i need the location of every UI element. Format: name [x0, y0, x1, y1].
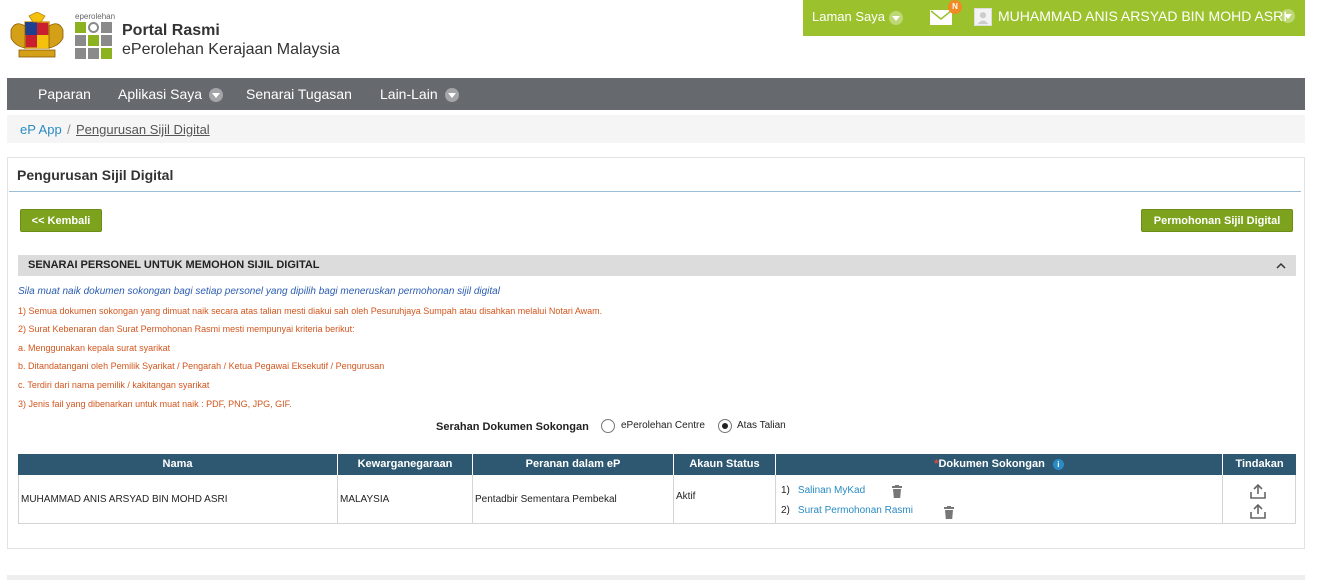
radio-eperolehan-centre[interactable] — [601, 419, 615, 433]
section-title: SENARAI PERSONEL UNTUK MEMOHON SIJIL DIG… — [28, 259, 320, 271]
column-header-dokumen: *Dokumen Sokongan i — [776, 454, 1223, 475]
instructions-intro: Sila muat naik dokumen sokongan bagi set… — [18, 286, 500, 297]
table-cell-dokumen: 1) Salinan MyKad 2) Surat Permohonan Rasmi — [776, 475, 1223, 524]
instructions: Sila muat naik dokumen sokongan bagi set… — [18, 283, 602, 413]
document-number: 1) — [781, 485, 790, 496]
back-button[interactable]: << Kembali — [20, 209, 102, 232]
table-cell-kewarganegaraan: MALAYSIA — [338, 475, 473, 524]
breadcrumb: eP App / Pengurusan Sijil Digital — [7, 115, 1305, 143]
instruction-note: 2) Surat Kebenaran dan Surat Permohonan … — [18, 324, 355, 335]
mail-icon[interactable] — [930, 10, 952, 25]
notification-badge: N — [948, 0, 962, 14]
column-header: Nama — [18, 454, 338, 475]
column-header: Kewarganegaraan — [338, 454, 473, 475]
column-header: Peranan dalam eP — [473, 454, 674, 475]
laman-saya-label: Laman Saya — [812, 9, 885, 24]
trash-icon[interactable] — [944, 506, 954, 519]
table-cell-status: Aktif — [674, 475, 776, 524]
user-avatar-icon — [974, 8, 992, 26]
radio-atas-talian[interactable] — [718, 419, 732, 433]
main-nav: Paparan Aplikasi Saya Senarai Tugasan La… — [7, 78, 1305, 110]
instruction-note: 1) Semua dokumen sokongan yang dimuat na… — [18, 305, 603, 316]
laman-saya-menu[interactable]: Laman Saya — [812, 9, 903, 25]
section-header[interactable]: SENARAI PERSONEL UNTUK MEMOHON SIJIL DIG… — [18, 255, 1296, 276]
trash-icon[interactable] — [892, 485, 902, 498]
chevron-down-icon — [889, 10, 903, 25]
table-cell-tindakan — [1223, 475, 1296, 524]
cell-value: MUHAMMAD ANIS ARSYAD BIN MOHD ASRI — [21, 494, 228, 505]
page-title: Pengurusan Sijil Digital — [17, 167, 174, 183]
instruction-note: 3) Jenis fail yang dibenarkan untuk muat… — [18, 398, 292, 409]
document-item: 1) Salinan MyKad — [781, 485, 865, 496]
document-link[interactable]: Salinan MyKad — [798, 485, 865, 496]
cell-value: Pentadbir Sementara Pembekal — [475, 494, 617, 505]
site-header: eperolehan Portal Rasmi ePerolehan Keraj… — [0, 0, 1335, 78]
nav-item-label: Lain-Lain — [380, 86, 438, 102]
radio-label: ePerolehan Centre — [621, 420, 705, 431]
nav-item-paparan[interactable]: Paparan — [38, 86, 91, 102]
nav-item-senarai-tugasan[interactable]: Senarai Tugasan — [246, 86, 352, 102]
document-item: 2) Surat Permohonan Rasmi — [781, 505, 913, 516]
user-chevron-down-icon[interactable] — [1281, 9, 1295, 23]
column-header: Tindakan — [1223, 454, 1296, 475]
instruction-note: a. Menggunakan kepala surat syarikat — [18, 342, 171, 353]
nav-item-label: Aplikasi Saya — [118, 86, 203, 102]
apply-digital-cert-button[interactable]: Permohonan Sijil Digital — [1141, 209, 1293, 232]
nav-item-aplikasi-saya[interactable]: Aplikasi Saya — [118, 86, 224, 103]
radio-label: Atas Talian — [737, 420, 786, 431]
chevron-down-icon — [444, 88, 459, 103]
breadcrumb-home-link[interactable]: eP App — [20, 122, 62, 137]
nav-item-label: Paparan — [38, 86, 91, 102]
nav-item-label: Senarai Tugasan — [246, 86, 352, 102]
info-icon[interactable]: i — [1052, 458, 1064, 470]
upload-icon[interactable] — [1250, 484, 1266, 499]
instruction-note: b. Ditandatangani oleh Pemilik Syarikat … — [18, 361, 385, 372]
table-cell-nama: MUHAMMAD ANIS ARSYAD BIN MOHD ASRI — [18, 475, 338, 524]
cell-value: MALAYSIA — [340, 494, 390, 505]
eperolehan-logo: eperolehan — [75, 12, 115, 62]
breadcrumb-separator: / — [67, 122, 71, 137]
upload-icon[interactable] — [1250, 504, 1266, 519]
column-header: Akaun Status — [674, 454, 776, 475]
document-link[interactable]: Surat Permohonan Rasmi — [798, 505, 913, 516]
malaysia-crest-logo — [10, 12, 64, 58]
breadcrumb-current[interactable]: Pengurusan Sijil Digital — [76, 122, 210, 137]
table-cell-peranan: Pentadbir Sementara Pembekal — [473, 475, 674, 524]
personnel-table: Nama Kewarganegaraan Peranan dalam eP Ak… — [18, 454, 1296, 526]
main-panel: Pengurusan Sijil Digital << Kembali Perm… — [7, 157, 1305, 549]
document-number: 2) — [781, 505, 790, 516]
user-bar: Laman Saya N MUHAMMAD ANIS ARSYAD BIN MO… — [803, 0, 1305, 36]
logo-small-text: eperolehan — [75, 12, 116, 21]
column-header-label: Dokumen Sokongan — [938, 458, 1045, 470]
chevron-down-icon — [209, 88, 224, 103]
portal-subtitle: ePerolehan Kerajaan Malaysia — [122, 41, 340, 58]
instruction-note: c. Terdiri dari nama pemilik / kakitanga… — [18, 379, 210, 390]
cell-value: Aktif — [676, 491, 696, 502]
user-name[interactable]: MUHAMMAD ANIS ARSYAD BIN MOHD ASRI — [998, 8, 1287, 24]
submission-method-label: Serahan Dokumen Sokongan — [436, 421, 589, 433]
chevron-up-icon[interactable] — [1276, 261, 1286, 271]
title-divider — [9, 191, 1301, 192]
footer-divider — [7, 575, 1305, 580]
nav-item-lain-lain[interactable]: Lain-Lain — [380, 86, 459, 103]
portal-title: Portal Rasmi — [122, 22, 220, 39]
